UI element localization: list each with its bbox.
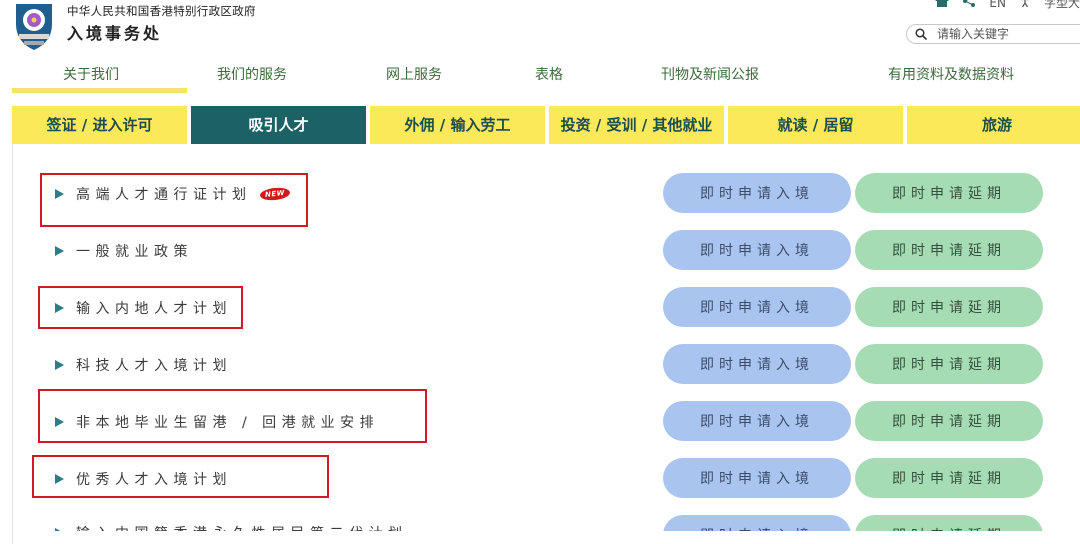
scheme-row: 一般就业政策 即时申请入境 即时申请延期 [0,230,1080,270]
triangle-bullet-icon [55,246,64,256]
apply-extension-button[interactable]: 即时申请延期 [855,287,1043,327]
apply-extension-button[interactable]: 即时申请延期 [855,344,1043,384]
tab-investment[interactable]: 投资 / 受训 / 其他就业 [549,106,724,144]
category-tabs: 签证 / 进入许可 吸引人才 外佣 / 输入劳工 投资 / 受训 / 其他就业 … [12,106,1080,144]
tab-travel[interactable]: 旅游 [907,106,1080,144]
highlight-box [32,455,329,498]
highlight-box [40,173,308,227]
apply-extension-button[interactable]: 即时申请延期 [855,458,1043,498]
apply-entry-button[interactable]: 即时申请入境 [663,344,851,384]
tab-talent[interactable]: 吸引人才 [191,106,366,144]
tab-visa-entry[interactable]: 签证 / 进入许可 [12,106,187,144]
department-name[interactable]: 入境事务处 [67,20,162,44]
highlight-box [38,286,243,329]
apply-entry-button[interactable]: 即时申请入境 [663,515,851,531]
tab-domestic-helpers[interactable]: 外佣 / 输入劳工 [370,106,545,144]
site-header: 中华人民共和国香港特别行政区政府 入境事务处 EN 字型大 [0,0,1080,60]
nav-item-about[interactable]: 关于我们 [63,64,119,84]
nav-item-services[interactable]: 我们的服务 [217,64,287,84]
triangle-bullet-icon [55,360,64,370]
share-icon[interactable] [963,0,976,10]
nav-item-online-services[interactable]: 网上服务 [386,64,442,84]
apply-extension-button[interactable]: 即时申请延期 [855,401,1043,441]
apply-entry-button[interactable]: 即时申请入境 [663,230,851,270]
apply-extension-button[interactable]: 即时申请延期 [855,515,1043,531]
highlight-box [38,389,427,443]
nav-item-forms[interactable]: 表格 [535,64,563,84]
home-icon[interactable] [935,0,950,10]
scheme-row: 科技人才入境计划 即时申请入境 即时申请延期 [0,344,1080,384]
scheme-label: 输入中国籍香港永久性居民第二代计划 [76,523,408,531]
government-name: 中华人民共和国香港特别行政区政府 [67,4,256,18]
font-size-link[interactable]: 字型大 [1044,0,1080,11]
apply-entry-button[interactable]: 即时申请入境 [663,458,851,498]
top-tools: EN 字型大 [935,0,1080,11]
apply-extension-button[interactable]: 即时申请延期 [855,230,1043,270]
search-box[interactable] [906,24,1080,44]
nav-active-indicator [12,88,187,93]
search-icon[interactable] [915,25,928,44]
apply-entry-button[interactable]: 即时申请入境 [663,173,851,213]
scheme-link[interactable]: 一般就业政策 [55,241,193,261]
apply-entry-button[interactable]: 即时申请入境 [663,401,851,441]
apply-entry-button[interactable]: 即时申请入境 [663,287,851,327]
nav-item-publications[interactable]: 刊物及新闻公报 [661,64,759,84]
nav-item-useful-info[interactable]: 有用资料及数据资料 [888,64,1014,84]
main-nav: 关于我们 我们的服务 网上服务 表格 刊物及新闻公报 有用资料及数据资料 [0,62,1080,86]
search-input[interactable] [935,26,1059,42]
scheme-row: 输入中国籍香港永久性居民第二代计划 即时申请入境 即时申请延期 [0,515,1080,531]
language-en-link[interactable]: EN [989,0,1006,10]
tab-study-residence[interactable]: 就读 / 居留 [728,106,903,144]
accessibility-icon[interactable] [1020,0,1030,10]
apply-extension-button[interactable]: 即时申请延期 [855,173,1043,213]
hksar-emblem-icon[interactable] [10,0,58,52]
scheme-link[interactable]: 输入中国籍香港永久性居民第二代计划 [55,523,408,531]
scheme-label: 科技人才入境计划 [76,358,232,374]
scheme-link[interactable]: 科技人才入境计划 [55,355,232,375]
scheme-label: 一般就业政策 [76,244,193,260]
